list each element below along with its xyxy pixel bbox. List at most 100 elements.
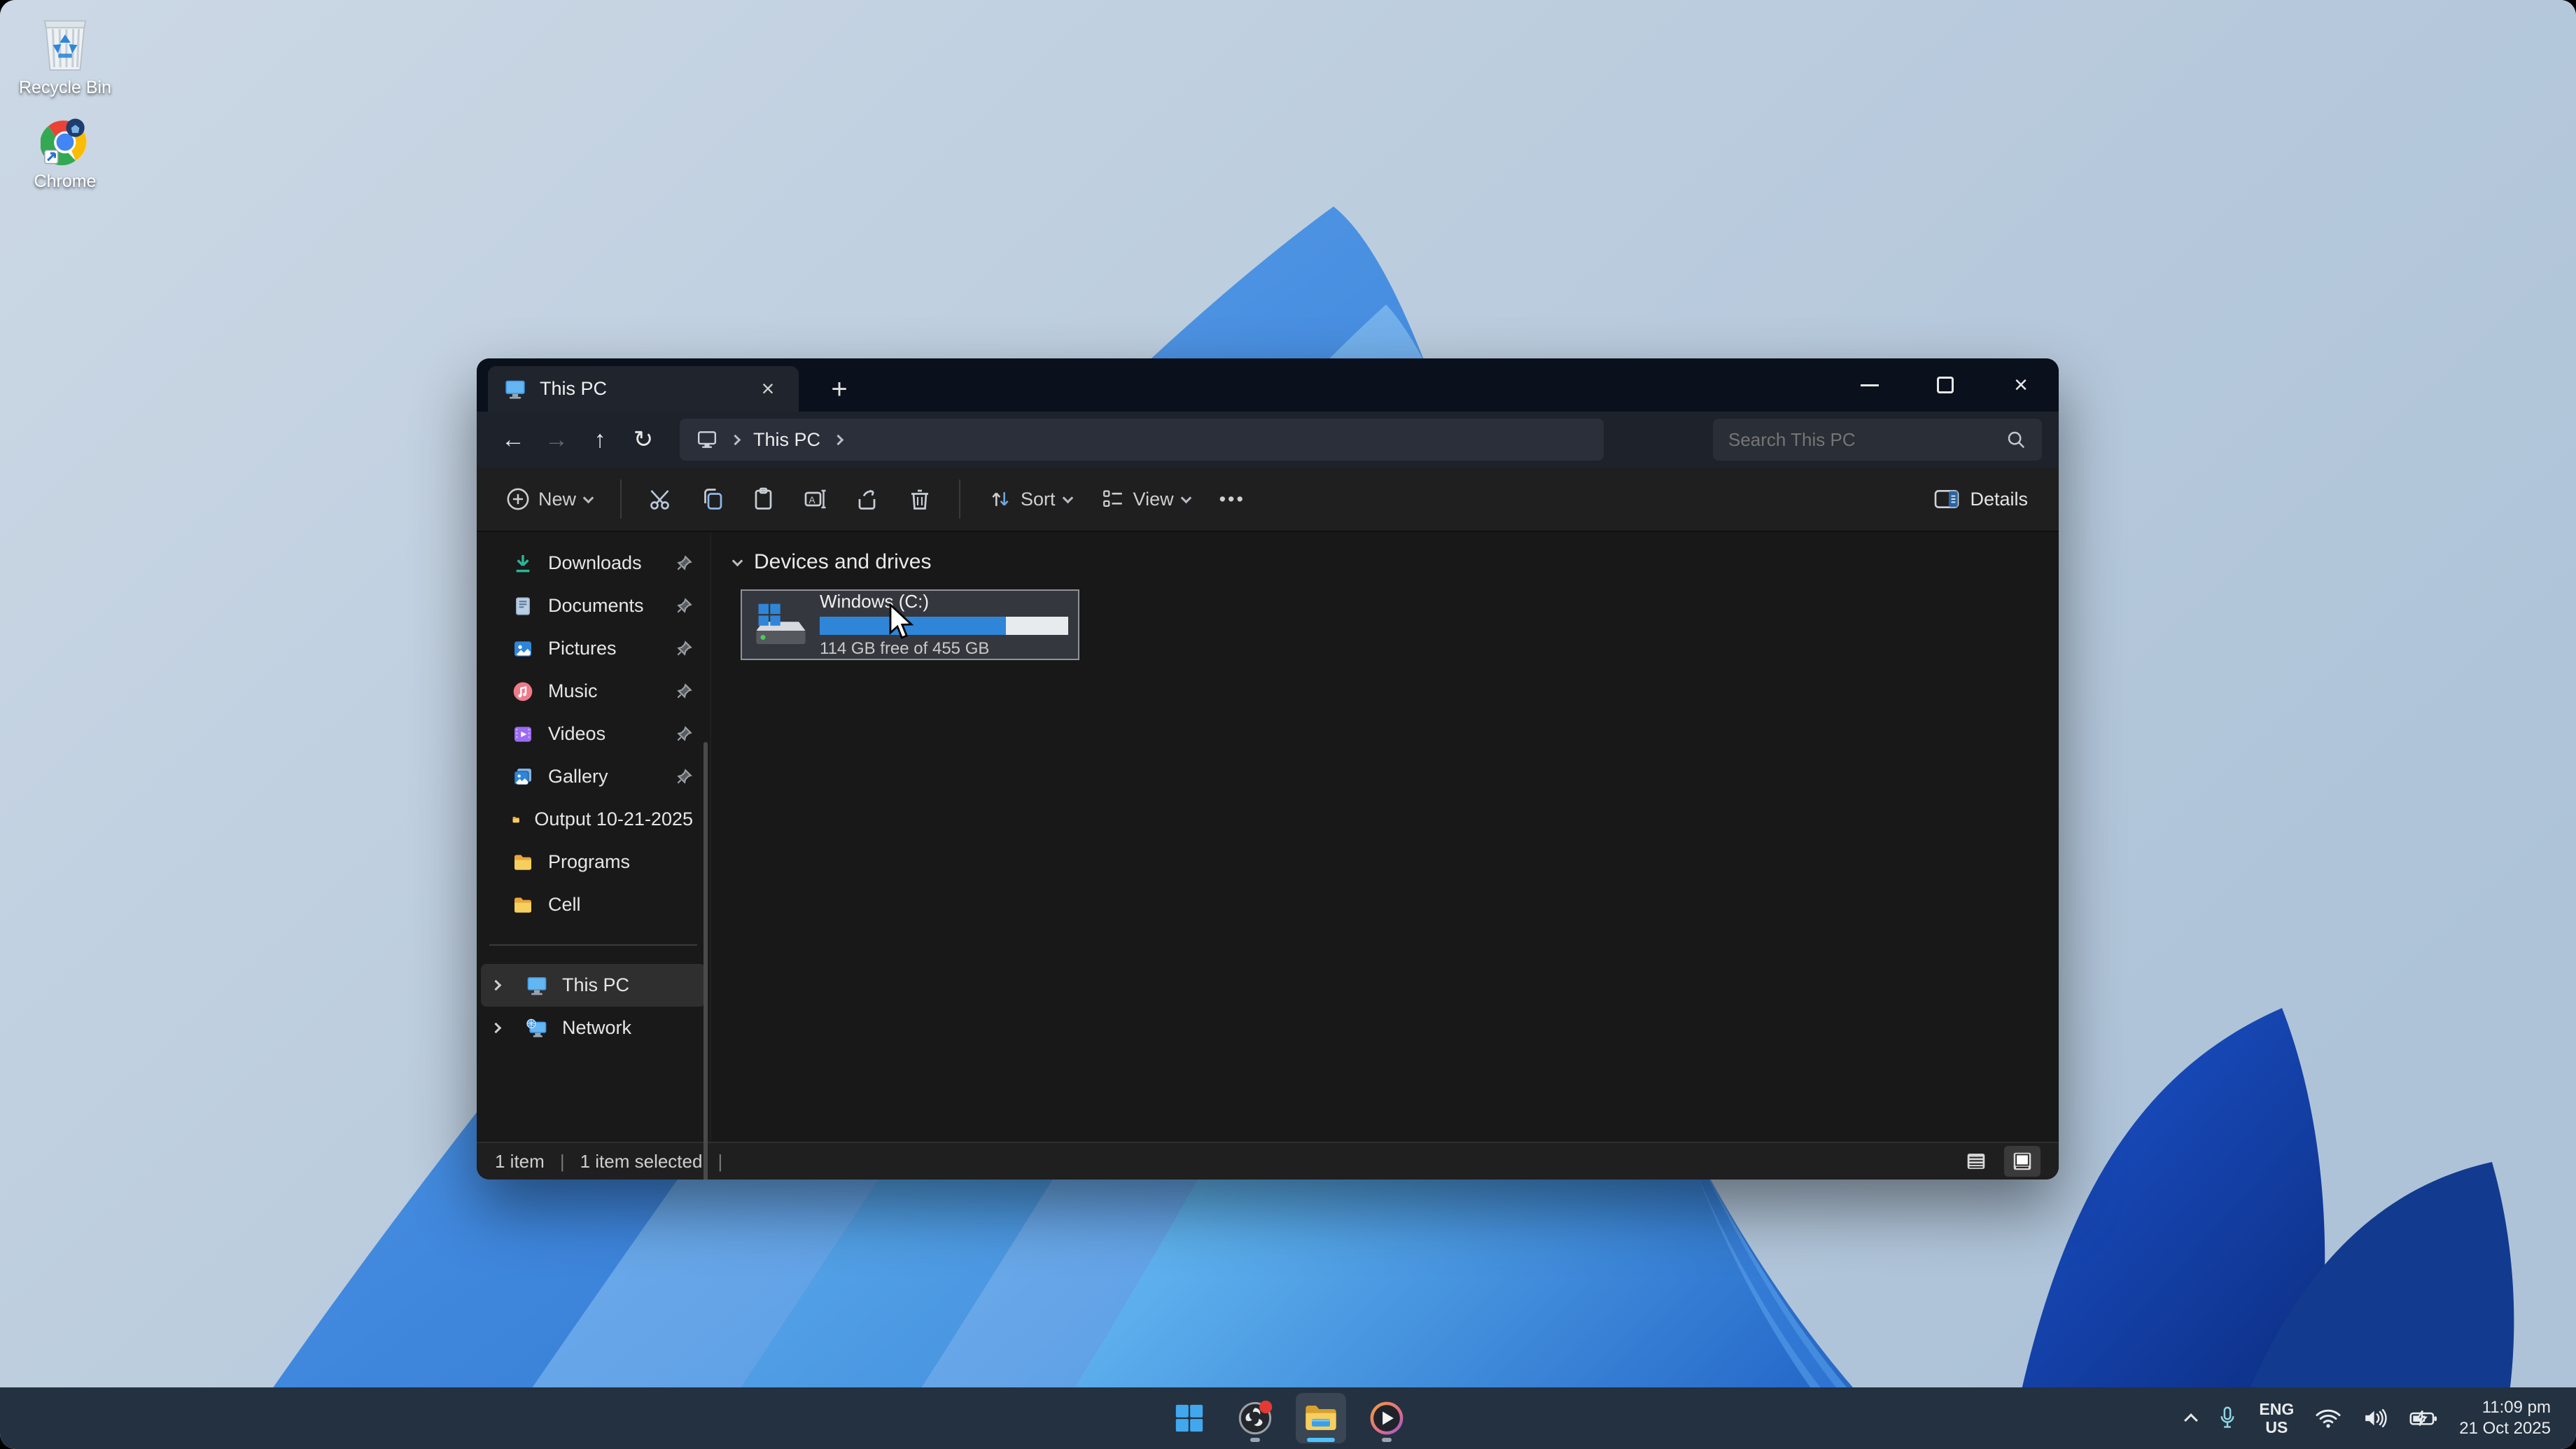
paste-button[interactable] <box>742 477 787 522</box>
item-count: 1 item <box>495 1150 545 1172</box>
more-options-button[interactable]: ••• <box>1208 480 1256 519</box>
videos-icon <box>514 726 531 742</box>
sidebar-item-label: Downloads <box>548 552 642 573</box>
back-button[interactable]: ← <box>493 420 533 459</box>
sidebar-item-documents[interactable]: Documents <box>481 584 706 627</box>
delete-button[interactable] <box>897 477 942 522</box>
sidebar-item-label: Pictures <box>548 638 617 659</box>
sidebar-item-label: Videos <box>548 723 606 744</box>
downloads-icon <box>516 554 530 572</box>
divider <box>959 479 961 519</box>
microphone-tray-icon[interactable] <box>2217 1406 2238 1431</box>
breadcrumb-chevron-icon <box>832 434 844 445</box>
desktop-icon-recycle-bin[interactable]: Recycle Bin <box>13 13 118 98</box>
sidebar-item-videos[interactable]: Videos <box>481 713 706 755</box>
desktop-icon-label: Recycle Bin <box>19 78 111 97</box>
sidebar-item-label: Music <box>548 680 598 701</box>
copy-button[interactable] <box>690 477 735 522</box>
details-view-toggle[interactable] <box>1958 1146 1994 1177</box>
tray-overflow-chevron[interactable] <box>2184 1411 2199 1427</box>
obs-studio-button[interactable] <box>1230 1393 1280 1443</box>
sidebar-item-programs-folder[interactable]: Programs <box>481 841 706 883</box>
battery-tray-icon[interactable] <box>2409 1408 2438 1429</box>
navigation-pane: Downloads Documents Pictures Music Video… <box>477 532 711 1180</box>
drive-usage-bar <box>820 617 1068 635</box>
breadcrumb[interactable]: This PC <box>680 419 1604 461</box>
search-input[interactable] <box>1728 428 2005 451</box>
sidebar-item-output-folder[interactable]: Output 10-21-2025 <box>481 798 706 841</box>
large-icons-view-icon <box>2013 1152 2031 1170</box>
speaker-icon <box>2365 1408 2387 1428</box>
maximize-button[interactable] <box>1907 358 1983 412</box>
breadcrumb-pc-icon <box>698 431 716 448</box>
file-explorer-button[interactable] <box>1296 1393 1346 1443</box>
search-box[interactable] <box>1713 419 2042 461</box>
sidebar-separator <box>489 944 697 946</box>
clock-time: 11:09 pm <box>2482 1398 2551 1417</box>
share-button[interactable] <box>846 477 890 522</box>
refresh-button[interactable]: ↻ <box>624 420 663 459</box>
pin-icon <box>677 597 692 613</box>
language-indicator[interactable]: ENG US <box>2259 1400 2294 1437</box>
this-pc-icon <box>527 976 547 995</box>
this-pc-tab-icon <box>505 380 525 399</box>
desktop-icon-chrome[interactable]: Chrome <box>13 118 118 192</box>
collapse-chevron-icon[interactable] <box>732 555 743 566</box>
cut-button[interactable] <box>638 477 683 522</box>
start-button[interactable] <box>1164 1393 1214 1443</box>
gallery-icon <box>514 768 531 785</box>
close-button[interactable]: × <box>1983 358 2059 412</box>
network-icon <box>526 1018 547 1037</box>
delete-icon <box>911 489 929 510</box>
address-bar-row: ← → ↑ ↻ This PC <box>477 412 2059 468</box>
sidebar-item-cell-folder[interactable]: Cell <box>481 883 706 926</box>
cut-icon <box>650 490 669 510</box>
pictures-icon <box>514 640 531 657</box>
active-indicator <box>1307 1438 1335 1442</box>
volume-tray-icon[interactable] <box>2362 1408 2388 1429</box>
forward-button[interactable]: → <box>537 420 576 459</box>
group-header-devices-and-drives[interactable]: Devices and drives <box>732 550 2059 574</box>
titlebar[interactable]: This PC × + × <box>477 358 2059 412</box>
tab-close-icon[interactable]: × <box>752 374 783 405</box>
expand-chevron-icon[interactable] <box>490 979 512 991</box>
folder-icon <box>512 816 519 822</box>
sidebar-item-label: Network <box>562 1017 632 1038</box>
sidebar-item-gallery[interactable]: Gallery <box>481 755 706 798</box>
wifi-tray-icon[interactable] <box>2315 1408 2342 1429</box>
sort-button[interactable]: Sort <box>977 479 1083 519</box>
new-label: New <box>538 488 577 510</box>
divider <box>620 479 622 519</box>
paste-icon <box>755 487 772 510</box>
sidebar-item-this-pc[interactable]: This PC <box>481 964 706 1007</box>
sidebar-scrollbar[interactable] <box>704 742 708 1180</box>
desktop: Recycle Bin Chrome This PC × + × ← → ↑ ↻… <box>0 0 2576 1449</box>
new-plus-icon <box>507 488 529 510</box>
explorer-tab[interactable]: This PC × <box>488 366 799 412</box>
sidebar-item-network[interactable]: Network <box>481 1007 706 1049</box>
rename-button[interactable]: A <box>794 477 839 522</box>
details-pane-button[interactable]: Details <box>1921 481 2040 517</box>
tab-title: This PC <box>540 378 608 399</box>
chevron-up-icon <box>2184 1413 2199 1427</box>
sidebar-item-pictures[interactable]: Pictures <box>481 627 706 670</box>
new-tab-button[interactable]: + <box>821 371 858 407</box>
up-button[interactable]: ↑ <box>580 420 620 459</box>
view-button[interactable]: View <box>1090 479 1201 519</box>
mouse-cursor <box>889 603 914 639</box>
minimize-button[interactable] <box>1832 358 1907 412</box>
sidebar-item-downloads[interactable]: Downloads <box>481 542 706 584</box>
breadcrumb-this-pc[interactable]: This PC <box>753 429 820 451</box>
large-icons-view-toggle[interactable] <box>2004 1146 2040 1177</box>
taskbar: ENG US 11:09 pm 21 Oct 2025 <box>0 1387 2576 1449</box>
share-icon <box>858 489 876 510</box>
sidebar-item-label: Programs <box>548 851 631 872</box>
new-button[interactable]: New <box>495 479 603 519</box>
media-player-button[interactable] <box>1362 1393 1412 1443</box>
status-divider: | <box>559 1150 565 1172</box>
clock[interactable]: 11:09 pm 21 Oct 2025 <box>2459 1397 2551 1439</box>
expand-chevron-icon[interactable] <box>490 1022 512 1034</box>
sidebar-item-music[interactable]: Music <box>481 670 706 713</box>
pin-icon <box>677 640 692 656</box>
battery-charging-icon <box>2409 1410 2437 1427</box>
